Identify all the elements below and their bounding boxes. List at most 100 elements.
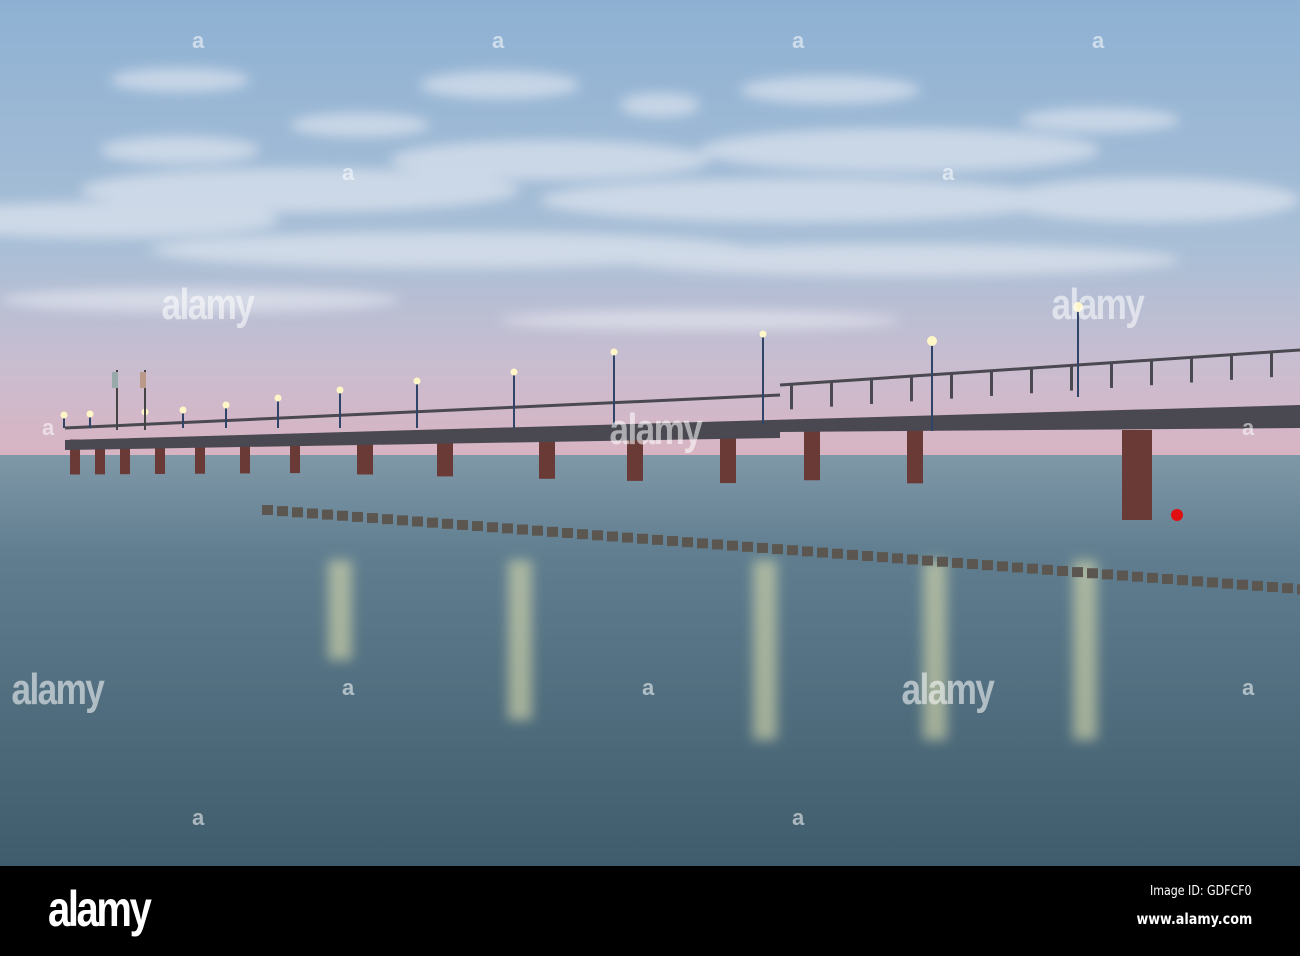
watermark-mark: a — [1242, 415, 1255, 440]
pier-pillar — [804, 430, 820, 481]
railing-post — [1230, 354, 1233, 380]
groyne-post — [1057, 565, 1068, 576]
groyne-post — [1042, 564, 1053, 575]
lamp-pole — [339, 390, 341, 428]
railing-post — [830, 381, 833, 407]
groyne-post — [412, 516, 423, 527]
groyne-post — [682, 537, 693, 548]
pier-pillar — [539, 436, 555, 479]
watermark-mark: a — [792, 28, 805, 53]
groyne-post — [337, 510, 348, 521]
lamp-reflection — [328, 560, 352, 660]
watermark-mark: a — [1242, 675, 1255, 700]
lamp-light — [413, 377, 421, 385]
groyne-post — [277, 506, 288, 517]
groyne-post — [877, 552, 888, 563]
railing-post — [790, 384, 793, 410]
groyne-post — [742, 541, 753, 552]
groyne-post — [1162, 574, 1173, 584]
watermark-mark: a — [642, 675, 655, 700]
railing-post — [990, 370, 993, 396]
lamp-reflection — [508, 560, 532, 720]
groyne-post — [922, 555, 933, 566]
lamp-light — [179, 406, 187, 414]
groyne-post — [952, 557, 963, 568]
groyne-post — [307, 508, 318, 519]
groyne-post — [547, 526, 558, 537]
groyne-post — [652, 534, 663, 545]
cloud — [740, 76, 920, 104]
lamp-light — [60, 411, 68, 419]
groyne-post — [1132, 571, 1143, 582]
groyne-post — [427, 517, 438, 528]
railing-post — [870, 378, 873, 404]
groyne-post — [817, 547, 828, 558]
cloud — [110, 68, 250, 92]
cloud — [1000, 178, 1300, 222]
groyne-post — [847, 549, 858, 560]
watermark-mark: a — [942, 160, 955, 185]
groyne-post — [577, 529, 588, 540]
groyne-post — [1222, 578, 1233, 589]
watermark: alamy — [609, 405, 702, 454]
watermark-mark: a — [342, 675, 355, 700]
groyne-post — [1147, 572, 1158, 583]
groyne-post — [382, 514, 393, 525]
railing-post — [1150, 360, 1153, 386]
groyne-post — [1177, 575, 1188, 586]
footer-bar: alamy Image ID: GDFCF0 www.alamy.com — [0, 866, 1300, 956]
groyne-post — [1012, 562, 1023, 573]
groyne-post — [1117, 570, 1128, 581]
groyne-post — [622, 532, 633, 543]
pier-pillar — [1122, 430, 1152, 520]
groyne-post — [907, 554, 918, 565]
groyne-post — [667, 536, 678, 547]
groyne-post — [1237, 579, 1248, 590]
lamp-pole — [931, 341, 933, 431]
watermark-mark: a — [342, 160, 355, 185]
cloud — [500, 310, 900, 330]
groyne-post — [1282, 583, 1293, 594]
lamp-pole — [762, 334, 764, 424]
groyne-post — [367, 513, 378, 524]
cloud — [420, 71, 580, 99]
cloud — [700, 128, 1100, 172]
lamp-light — [336, 386, 344, 394]
groyne-post — [262, 505, 273, 515]
lamp-pole — [513, 372, 515, 428]
groyne-post — [1192, 576, 1203, 587]
groyne-post — [1267, 582, 1278, 593]
watermark: alamy — [161, 280, 254, 329]
groyne-post — [1102, 569, 1113, 580]
groyne-post — [517, 524, 528, 535]
watermark-mark: a — [1092, 28, 1105, 53]
lamp-light — [927, 336, 937, 346]
watermark-mark: a — [42, 415, 55, 440]
groyne-post — [1027, 563, 1038, 574]
groyne-post — [697, 538, 708, 549]
lamp-light — [510, 368, 518, 376]
groyne-post — [607, 531, 618, 542]
railing-post — [910, 376, 913, 402]
groyne-post — [637, 533, 648, 544]
image-id: Image ID: GDFCF0 — [1150, 884, 1252, 899]
lamp-pole — [277, 398, 279, 428]
cloud — [620, 93, 700, 117]
railing-post — [1030, 368, 1033, 394]
watermark-mark: a — [492, 28, 505, 53]
lamp-light — [274, 394, 282, 402]
groyne-post — [772, 544, 783, 555]
watermark-mark: a — [192, 805, 205, 830]
red-buoy — [1171, 509, 1183, 521]
railing-post — [1270, 352, 1273, 378]
groyne-post — [1252, 580, 1263, 591]
railing-post — [950, 373, 953, 399]
groyne-post — [862, 551, 873, 561]
lamp-reflection — [1073, 560, 1097, 740]
watermark-mark: a — [192, 28, 205, 53]
groyne-post — [322, 509, 333, 520]
groyne-post — [997, 561, 1008, 572]
cloud — [540, 178, 1060, 222]
groyne-post — [967, 559, 978, 570]
railing-post — [1190, 357, 1193, 383]
